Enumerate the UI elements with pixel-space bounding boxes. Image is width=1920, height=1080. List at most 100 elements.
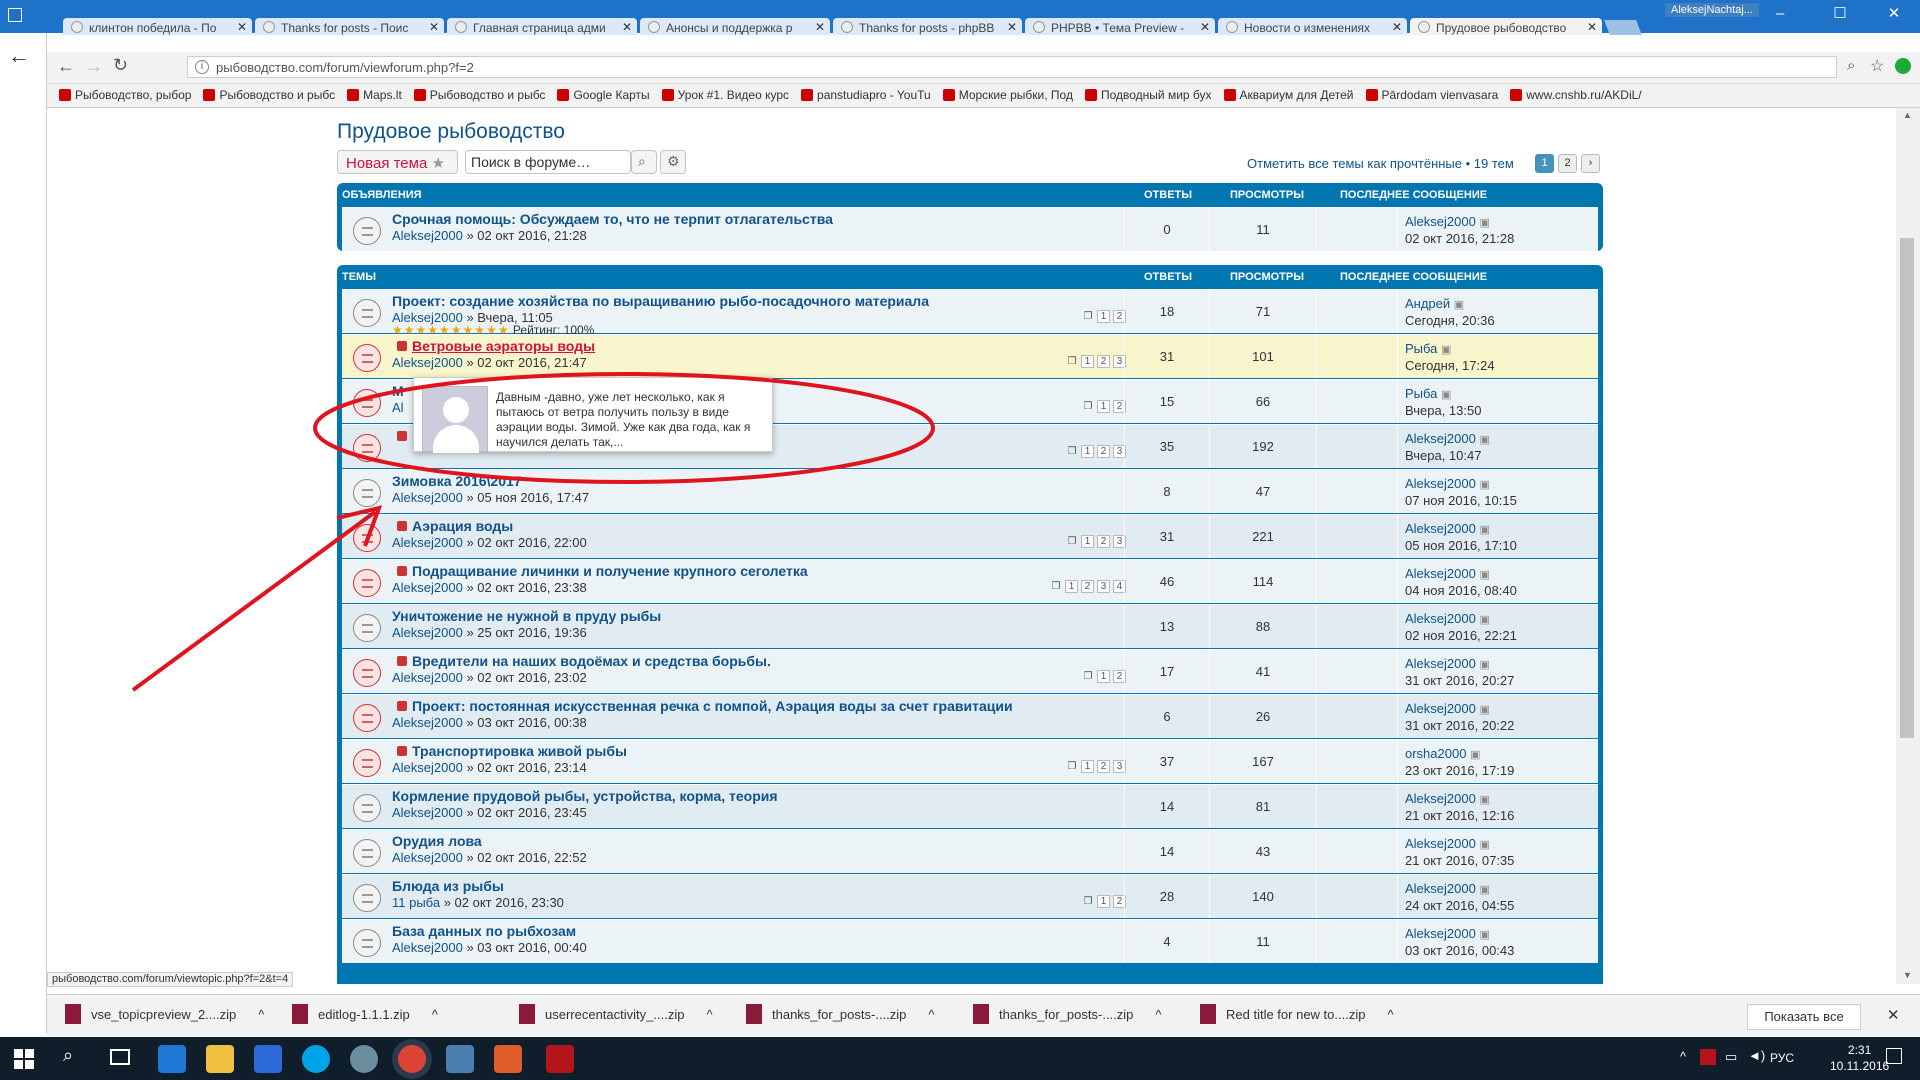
tray-chevron-icon[interactable]: ^	[1680, 1049, 1686, 1064]
downloads-bar: vse_topicpreview_2....zip ^ editlog-1.1.1.…	[47, 994, 1920, 1036]
notifications-icon[interactable]	[1886, 1048, 1902, 1064]
download-filename: editlog-1.1.1.zip	[318, 1007, 410, 1022]
close-tab-icon[interactable]: ✕	[815, 20, 825, 34]
tab-0[interactable]: клинтон победила - По ✕	[63, 18, 252, 35]
bookmark-item[interactable]: Рыбоводство и рыбс	[203, 88, 335, 102]
bookmark-item[interactable]: Рыбоводство и рыбс	[413, 88, 545, 102]
bookmark-favicon-icon	[661, 89, 674, 101]
window-user: AleksejNachtaj...	[1665, 3, 1759, 17]
info-icon[interactable]: i	[195, 60, 209, 74]
close-tab-icon[interactable]: ✕	[1007, 20, 1017, 34]
outlook-icon[interactable]	[446, 1045, 474, 1073]
chevron-up-icon[interactable]: ^	[1387, 1007, 1393, 1022]
clock[interactable]: 2:31 10.11.2016	[1830, 1042, 1889, 1074]
forward-icon[interactable]: →	[85, 56, 103, 77]
chevron-up-icon[interactable]: ^	[258, 1007, 264, 1022]
extension-icon[interactable]	[1895, 58, 1911, 74]
download-item[interactable]: thanks_for_posts-....zip ^	[746, 1004, 935, 1024]
back-icon[interactable]: ←	[57, 56, 75, 77]
new-tab-button[interactable]	[1604, 20, 1642, 35]
bookmark-favicon-icon	[203, 89, 216, 101]
close-tab-icon[interactable]: ✕	[429, 20, 439, 34]
task-view-icon[interactable]	[110, 1049, 130, 1065]
bookmark-item[interactable]: Подводный мир бух	[1084, 88, 1212, 102]
bookmark-item[interactable]: Google Карты	[557, 88, 650, 102]
bookmark-item[interactable]: panstudiapro - YouTu	[801, 88, 931, 102]
url-field[interactable]: i рыбоводство.com/forum/viewforum.php?f=…	[187, 56, 1837, 78]
annotation-arrow	[131, 510, 377, 692]
tab-favicon-icon	[263, 21, 275, 33]
chevron-up-icon[interactable]: ^	[432, 1007, 438, 1022]
show-all-downloads-button[interactable]: Показать все	[1747, 1004, 1861, 1030]
network-icon[interactable]: ▭	[1725, 1049, 1737, 1065]
tab-7[interactable]: Прудовое рыбоводство ✕	[1410, 18, 1602, 35]
minimize-icon[interactable]: –	[1760, 2, 1800, 26]
tab-label: Анонсы и поддержка р	[666, 21, 793, 35]
color-app-icon[interactable]	[494, 1045, 522, 1073]
scrollbar-thumb[interactable]	[1900, 238, 1914, 738]
edge-icon[interactable]	[158, 1045, 186, 1073]
bookmark-item[interactable]: Аквариум для Детей	[1223, 88, 1354, 102]
explorer-icon[interactable]	[206, 1045, 234, 1073]
archive-icon	[519, 1004, 535, 1024]
tab-label: Thanks for posts - phpBB	[859, 21, 995, 35]
close-tab-icon[interactable]: ✕	[1392, 20, 1402, 34]
chevron-up-icon[interactable]: ^	[928, 1007, 934, 1022]
volume-icon[interactable]: ◄)	[1748, 1048, 1765, 1063]
skype-icon[interactable]	[302, 1045, 330, 1073]
download-item[interactable]: vse_topicpreview_2....zip ^	[65, 1004, 264, 1024]
search-icon[interactable]: ⌕	[63, 1045, 73, 1066]
bookmark-label: Pārdodam vienvasara	[1381, 88, 1499, 102]
download-item[interactable]: thanks_for_posts-....zip ^	[973, 1004, 1162, 1024]
bookmark-item[interactable]: Морские рыбки, Под	[942, 88, 1073, 102]
start-icon[interactable]	[14, 1049, 34, 1069]
tab-1[interactable]: Thanks for posts - Поис ✕	[255, 18, 444, 35]
filezilla-icon[interactable]	[546, 1045, 574, 1073]
download-filename: thanks_for_posts-....zip	[999, 1007, 1134, 1022]
close-tab-icon[interactable]: ✕	[622, 20, 632, 34]
chevron-up-icon[interactable]: ^	[706, 1007, 712, 1022]
bookmark-star-icon[interactable]: ☆	[1870, 56, 1884, 76]
close-tab-icon[interactable]: ✕	[237, 20, 247, 34]
tab-6[interactable]: Новости о изменениях ✕	[1218, 18, 1407, 35]
bookmark-label: Рыбоводство, рыбор	[75, 88, 192, 102]
archive-icon	[973, 1004, 989, 1024]
clock-time: 2:31	[1847, 1043, 1872, 1057]
reload-icon[interactable]: ↻	[113, 55, 128, 76]
tab-5[interactable]: PHPBB • Тема Preview - ✕	[1025, 18, 1215, 35]
chrome-icon[interactable]	[398, 1045, 426, 1073]
bookmark-favicon-icon	[801, 89, 814, 101]
maximize-icon[interactable]: ☐	[1820, 2, 1860, 26]
bookmark-label: panstudiapro - YouTu	[817, 88, 931, 102]
tab-favicon-icon	[455, 21, 467, 33]
bookmarks-bar: Рыбоводство, рыбор Рыбоводство и рыбс Maps…	[47, 84, 1920, 108]
store-icon[interactable]	[254, 1045, 282, 1073]
download-item[interactable]: Red title for new to....zip ^	[1200, 1004, 1394, 1024]
window-menu-icon[interactable]	[8, 8, 22, 22]
app-icon[interactable]	[350, 1045, 378, 1073]
close-tab-icon[interactable]: ✕	[1587, 20, 1597, 34]
tray-filezilla-icon[interactable]	[1700, 1049, 1716, 1065]
bookmark-item[interactable]: Maps.lt	[347, 88, 402, 102]
url-text: рыбоводство.com/forum/viewforum.php?f=2	[216, 60, 474, 75]
status-url: рыбоводство.com/forum/viewtopic.php?f=2&…	[47, 972, 294, 987]
close-window-icon[interactable]: ✕	[1874, 2, 1914, 26]
zoom-icon[interactable]: ⌕	[1847, 57, 1855, 74]
close-downloads-icon[interactable]: ✕	[1887, 1006, 1900, 1024]
bookmark-item[interactable]: Рыбоводство, рыбор	[59, 88, 191, 102]
bookmark-item[interactable]: www.cnshb.ru/AKDiL/	[1510, 88, 1642, 102]
close-tab-icon[interactable]: ✕	[1200, 20, 1210, 34]
download-item[interactable]: userrecentactivity_....zip ^	[519, 1004, 713, 1024]
page-scrollbar[interactable]: ▲ ▼	[1896, 108, 1920, 984]
tab-3[interactable]: Анонсы и поддержка р ✕	[640, 18, 830, 35]
download-filename: vse_topicpreview_2....zip	[91, 1007, 237, 1022]
back-arrow-icon[interactable]: ←	[8, 43, 30, 69]
bookmark-favicon-icon	[347, 89, 360, 101]
tab-4[interactable]: Thanks for posts - phpBB ✕	[833, 18, 1022, 35]
bookmark-item[interactable]: Урок #1. Видео курс	[661, 88, 789, 102]
bookmark-item[interactable]: Pārdodam vienvasara	[1365, 88, 1499, 102]
tab-2[interactable]: Главная страница адми ✕	[447, 18, 637, 35]
download-item[interactable]: editlog-1.1.1.zip ^	[292, 1004, 438, 1024]
language-indicator[interactable]: РУС	[1770, 1051, 1794, 1065]
chevron-up-icon[interactable]: ^	[1155, 1007, 1161, 1022]
